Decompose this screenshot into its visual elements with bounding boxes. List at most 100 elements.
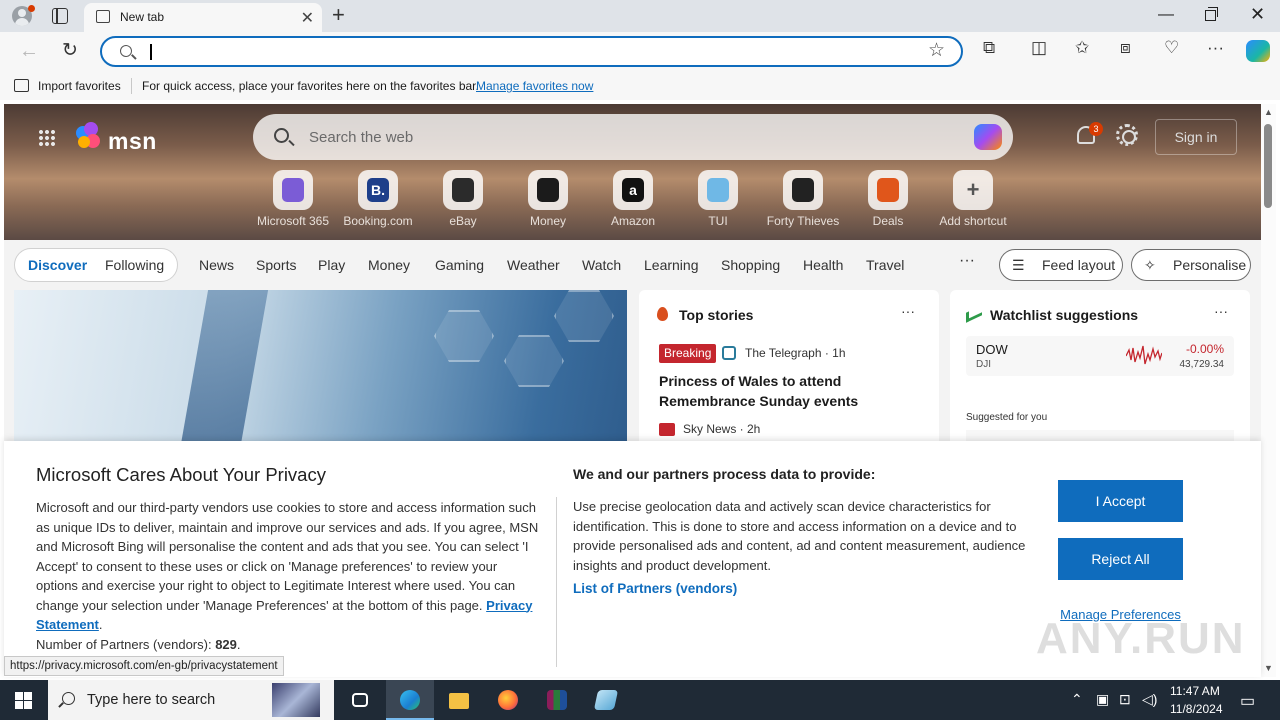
- nav-link-shopping[interactable]: Shopping: [721, 257, 780, 273]
- shortcut-icon: [707, 178, 729, 202]
- nav-link-money[interactable]: Money: [368, 257, 410, 273]
- firefox-taskbar-button[interactable]: [484, 680, 532, 720]
- clock-time[interactable]: 11:47 AM: [1170, 684, 1220, 698]
- notepad-icon: [593, 690, 619, 710]
- flame-icon: [657, 307, 668, 321]
- window-close-icon[interactable]: ✕: [1250, 4, 1265, 25]
- shortcut-label: Forty Thieves: [766, 214, 840, 228]
- tab-following[interactable]: Following: [105, 257, 164, 273]
- shortcut-tile[interactable]: Money: [508, 170, 588, 230]
- import-favorites-button[interactable]: Import favorites: [38, 79, 121, 93]
- nav-link-news[interactable]: News: [199, 257, 234, 273]
- shortcut-icon: B.: [367, 178, 389, 202]
- extensions-icon[interactable]: ⧉: [983, 38, 995, 58]
- back-icon[interactable]: ←: [19, 40, 39, 63]
- clock-date[interactable]: 11/8/2024: [1170, 702, 1223, 716]
- more-categories-icon[interactable]: ···: [959, 252, 975, 270]
- manage-favorites-link[interactable]: Manage favorites now: [476, 79, 593, 93]
- tab-actions-icon[interactable]: [52, 8, 68, 24]
- task-view-button[interactable]: [336, 680, 384, 720]
- windows-start-icon[interactable]: [15, 692, 32, 709]
- watchlist-card: Watchlist suggestions ··· DOW DJI -0.00%…: [950, 290, 1250, 450]
- favorites-hint: For quick access, place your favorites h…: [142, 79, 479, 93]
- shortcut-tile[interactable]: Deals: [848, 170, 928, 230]
- shortcut-icon-tile: [698, 170, 738, 210]
- hero-image-detail: [434, 310, 494, 362]
- close-tab-icon[interactable]: ✕: [301, 8, 314, 28]
- shortcut-tile[interactable]: B. Booking.com: [338, 170, 418, 230]
- address-bar[interactable]: ☆: [100, 36, 963, 67]
- search-highlight-image: [272, 683, 320, 717]
- winrar-taskbar-button[interactable]: [533, 680, 581, 720]
- personalise-button[interactable]: ✧ Personalise: [1131, 249, 1251, 281]
- web-search-box[interactable]: Search the web: [253, 114, 1013, 160]
- settings-more-icon[interactable]: ···: [1207, 38, 1224, 58]
- copilot-icon[interactable]: [974, 124, 1002, 150]
- shortcut-tile[interactable]: + Add shortcut: [933, 170, 1013, 230]
- shortcut-tile[interactable]: Microsoft 365: [253, 170, 333, 230]
- more-options-icon[interactable]: ···: [1214, 303, 1228, 319]
- restore-icon[interactable]: [1205, 7, 1218, 21]
- shortcut-icon-tile: [868, 170, 908, 210]
- nav-link-sports[interactable]: Sports: [256, 257, 296, 273]
- new-tab-button[interactable]: +: [332, 3, 345, 27]
- nav-link-watch[interactable]: Watch: [582, 257, 621, 273]
- notepad-taskbar-button[interactable]: [582, 680, 630, 720]
- scroll-down-icon[interactable]: ▼: [1264, 663, 1273, 673]
- story-headline[interactable]: Princess of Wales to attend Remembrance …: [659, 371, 859, 411]
- page-scrollbar[interactable]: ▲ ▼: [1261, 104, 1276, 677]
- file-explorer-taskbar-button[interactable]: [435, 680, 483, 720]
- nav-link-health[interactable]: Health: [803, 257, 843, 273]
- tab-title: New tab: [120, 10, 165, 24]
- refresh-icon[interactable]: ↻: [62, 39, 78, 62]
- feed-layout-button[interactable]: ☰ Feed layout: [999, 249, 1123, 281]
- scroll-up-icon[interactable]: ▲: [1264, 107, 1273, 117]
- nav-link-travel[interactable]: Travel: [866, 257, 904, 273]
- hero-image[interactable]: [14, 290, 627, 450]
- tab-new-tab[interactable]: New tab ✕: [84, 3, 322, 32]
- list-of-partners-link[interactable]: List of Partners (vendors): [573, 581, 737, 596]
- favorites-icon[interactable]: ✩: [1075, 38, 1089, 58]
- copilot-icon[interactable]: [1246, 40, 1270, 62]
- shortcut-label: Add shortcut: [939, 214, 1007, 228]
- address-input[interactable]: [148, 42, 908, 62]
- top-stories-card: Top stories ··· Breaking The Telegraph ·…: [639, 290, 939, 450]
- app-launcher-icon[interactable]: [38, 129, 56, 147]
- more-options-icon[interactable]: ···: [901, 303, 915, 319]
- msn-wordmark[interactable]: msn: [108, 128, 157, 155]
- nav-link-weather[interactable]: Weather: [507, 257, 560, 273]
- sign-in-button[interactable]: Sign in: [1155, 119, 1237, 155]
- accept-button[interactable]: I Accept: [1058, 480, 1183, 522]
- stock-change: -0.00%: [1185, 342, 1224, 356]
- shortcut-tile[interactable]: a Amazon: [593, 170, 673, 230]
- stock-symbol: DJI: [976, 359, 991, 370]
- split-screen-icon[interactable]: ◫: [1031, 38, 1047, 58]
- shortcut-icon: [282, 178, 304, 202]
- msn-logo-icon[interactable]: [76, 122, 110, 152]
- the-telegraph-icon: [722, 346, 736, 360]
- nav-link-learning[interactable]: Learning: [644, 257, 699, 273]
- shortcut-tile[interactable]: Forty Thieves: [763, 170, 843, 230]
- collections-icon[interactable]: ⧈: [1120, 38, 1131, 58]
- scroll-thumb[interactable]: [1264, 124, 1272, 208]
- nav-link-play[interactable]: Play: [318, 257, 345, 273]
- suggested-label: Suggested for you: [966, 412, 1048, 423]
- purposes-body: Use precise geolocation data and activel…: [573, 499, 1026, 573]
- show-hidden-icons-icon[interactable]: ⌃: [1071, 691, 1083, 708]
- add-favorite-star-icon[interactable]: ☆: [928, 39, 945, 62]
- network-icon[interactable]: ⊡: [1119, 691, 1131, 708]
- volume-icon[interactable]: ◁): [1142, 691, 1157, 708]
- shortcut-tile[interactable]: eBay: [423, 170, 503, 230]
- minimize-icon[interactable]: —: [1158, 6, 1174, 24]
- stock-row[interactable]: DOW DJI -0.00% 43,729.34: [966, 336, 1234, 376]
- page-settings-gear-icon[interactable]: [1116, 124, 1138, 146]
- edge-taskbar-button[interactable]: [386, 680, 434, 720]
- device-icon[interactable]: ▣: [1096, 691, 1109, 708]
- notifications-icon[interactable]: ▭: [1240, 691, 1255, 711]
- nav-link-gaming[interactable]: Gaming: [435, 257, 484, 273]
- taskbar-search-box[interactable]: Type here to search: [48, 680, 334, 720]
- tab-discover[interactable]: Discover: [28, 257, 87, 273]
- shortcut-tile[interactable]: TUI: [678, 170, 758, 230]
- reject-all-button[interactable]: Reject All: [1058, 538, 1183, 580]
- browser-essentials-icon[interactable]: ♡: [1164, 38, 1179, 58]
